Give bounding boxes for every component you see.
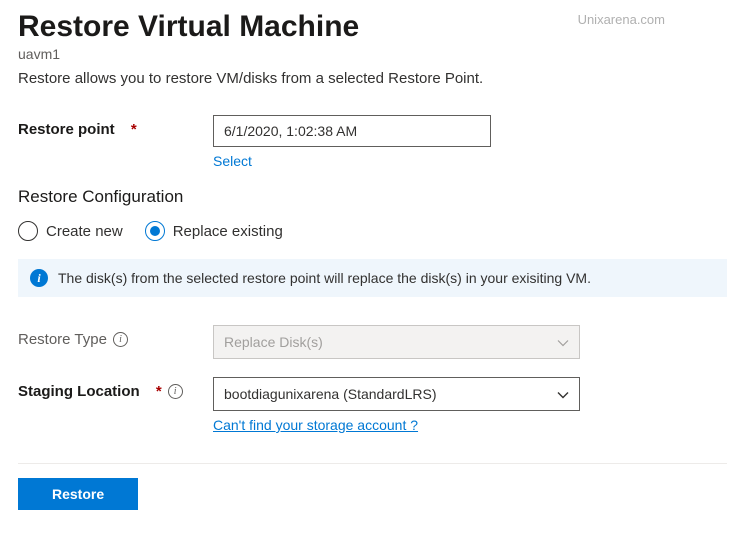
radio-replace-existing[interactable]: Replace existing	[145, 221, 283, 241]
divider	[18, 463, 727, 464]
restore-config-header: Restore Configuration	[18, 187, 727, 207]
vm-name-subtitle: uavm1	[18, 46, 727, 62]
radio-unchecked-icon	[18, 221, 38, 241]
restore-type-value: Replace Disk(s)	[224, 334, 323, 350]
radio-create-new[interactable]: Create new	[18, 221, 123, 241]
info-banner-text: The disk(s) from the selected restore po…	[58, 270, 591, 286]
restore-type-label: Restore Type i	[18, 325, 213, 348]
description-text: Restore allows you to restore VM/disks f…	[18, 70, 727, 87]
watermark: Unixarena.com	[578, 12, 665, 27]
chevron-down-icon	[557, 388, 569, 400]
staging-location-label: Staging Location * i	[18, 377, 213, 400]
info-icon: i	[30, 269, 48, 287]
restore-point-row: Restore point * Select	[18, 115, 727, 169]
required-asterisk: *	[131, 121, 137, 138]
info-banner: i The disk(s) from the selected restore …	[18, 259, 727, 297]
radio-create-new-label: Create new	[46, 223, 123, 240]
staging-location-dropdown[interactable]: bootdiagunixarena (StandardLRS)	[213, 377, 580, 411]
restore-point-input[interactable]	[213, 115, 491, 147]
chevron-down-icon	[557, 336, 569, 348]
storage-account-help-link[interactable]: Can't find your storage account ?	[213, 417, 418, 433]
restore-config-radio-group: Create new Replace existing	[18, 221, 727, 241]
radio-checked-icon	[145, 221, 165, 241]
info-circle-icon[interactable]: i	[168, 384, 183, 399]
restore-point-label: Restore point *	[18, 115, 213, 138]
radio-replace-existing-label: Replace existing	[173, 223, 283, 240]
staging-location-row: Staging Location * i bootdiagunixarena (…	[18, 377, 727, 433]
restore-type-dropdown: Replace Disk(s)	[213, 325, 580, 359]
restore-type-row: Restore Type i Replace Disk(s)	[18, 325, 727, 359]
info-circle-icon[interactable]: i	[113, 332, 128, 347]
staging-location-value: bootdiagunixarena (StandardLRS)	[224, 386, 436, 402]
required-asterisk: *	[156, 383, 162, 400]
restore-button[interactable]: Restore	[18, 478, 138, 510]
select-restore-point-link[interactable]: Select	[213, 153, 252, 169]
